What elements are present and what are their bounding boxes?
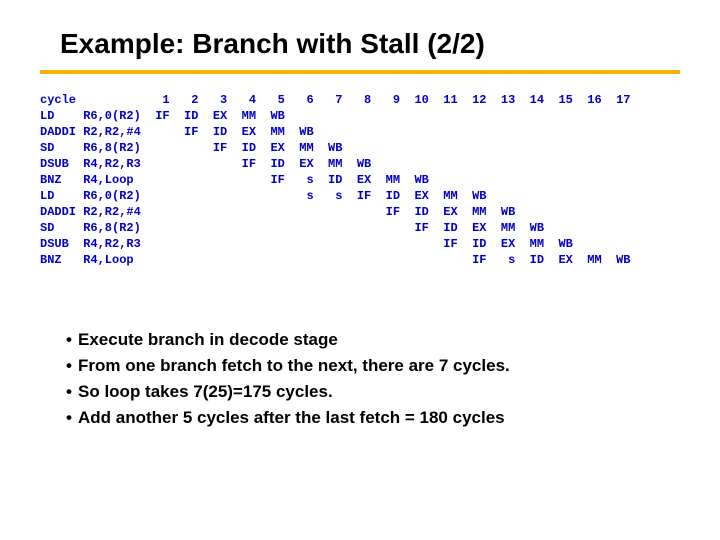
- bullet-text: Add another 5 cycles after the last fetc…: [78, 408, 505, 428]
- bullet-item: •So loop takes 7(25)=175 cycles.: [60, 382, 510, 402]
- bullet-dot: •: [60, 382, 78, 402]
- bullet-dot: •: [60, 408, 78, 428]
- bullet-text: Execute branch in decode stage: [78, 330, 338, 350]
- pipeline-row: DSUB R4,R2,R3 IF ID EX MM WB: [40, 236, 645, 252]
- pipeline-header: cycle 1 2 3 4 5 6 7 8 9 10 11 12 13 14 1…: [40, 92, 645, 108]
- bullet-text: From one branch fetch to the next, there…: [78, 356, 510, 376]
- pipeline-row: LD R6,0(R2) IF ID EX MM WB: [40, 108, 645, 124]
- bullet-dot: •: [60, 330, 78, 350]
- bullet-list: •Execute branch in decode stage•From one…: [60, 330, 510, 434]
- slide-title: Example: Branch with Stall (2/2): [60, 28, 485, 60]
- bullet-item: •Execute branch in decode stage: [60, 330, 510, 350]
- bullet-item: •Add another 5 cycles after the last fet…: [60, 408, 510, 428]
- pipeline-table: cycle 1 2 3 4 5 6 7 8 9 10 11 12 13 14 1…: [40, 92, 645, 268]
- bullet-item: •From one branch fetch to the next, ther…: [60, 356, 510, 376]
- bullet-text: So loop takes 7(25)=175 cycles.: [78, 382, 333, 402]
- pipeline-row: BNZ R4,Loop IF s ID EX MM WB: [40, 252, 645, 268]
- pipeline-row: DSUB R4,R2,R3 IF ID EX MM WB: [40, 156, 645, 172]
- title-underline: [40, 70, 680, 74]
- pipeline-row: SD R6,8(R2) IF ID EX MM WB: [40, 220, 645, 236]
- pipeline-row: DADDI R2,R2,#4 IF ID EX MM WB: [40, 124, 645, 140]
- bullet-dot: •: [60, 356, 78, 376]
- pipeline-row: SD R6,8(R2) IF ID EX MM WB: [40, 140, 645, 156]
- pipeline-row: LD R6,0(R2) s s IF ID EX MM WB: [40, 188, 645, 204]
- pipeline-row: DADDI R2,R2,#4 IF ID EX MM WB: [40, 204, 645, 220]
- pipeline-row: BNZ R4,Loop IF s ID EX MM WB: [40, 172, 645, 188]
